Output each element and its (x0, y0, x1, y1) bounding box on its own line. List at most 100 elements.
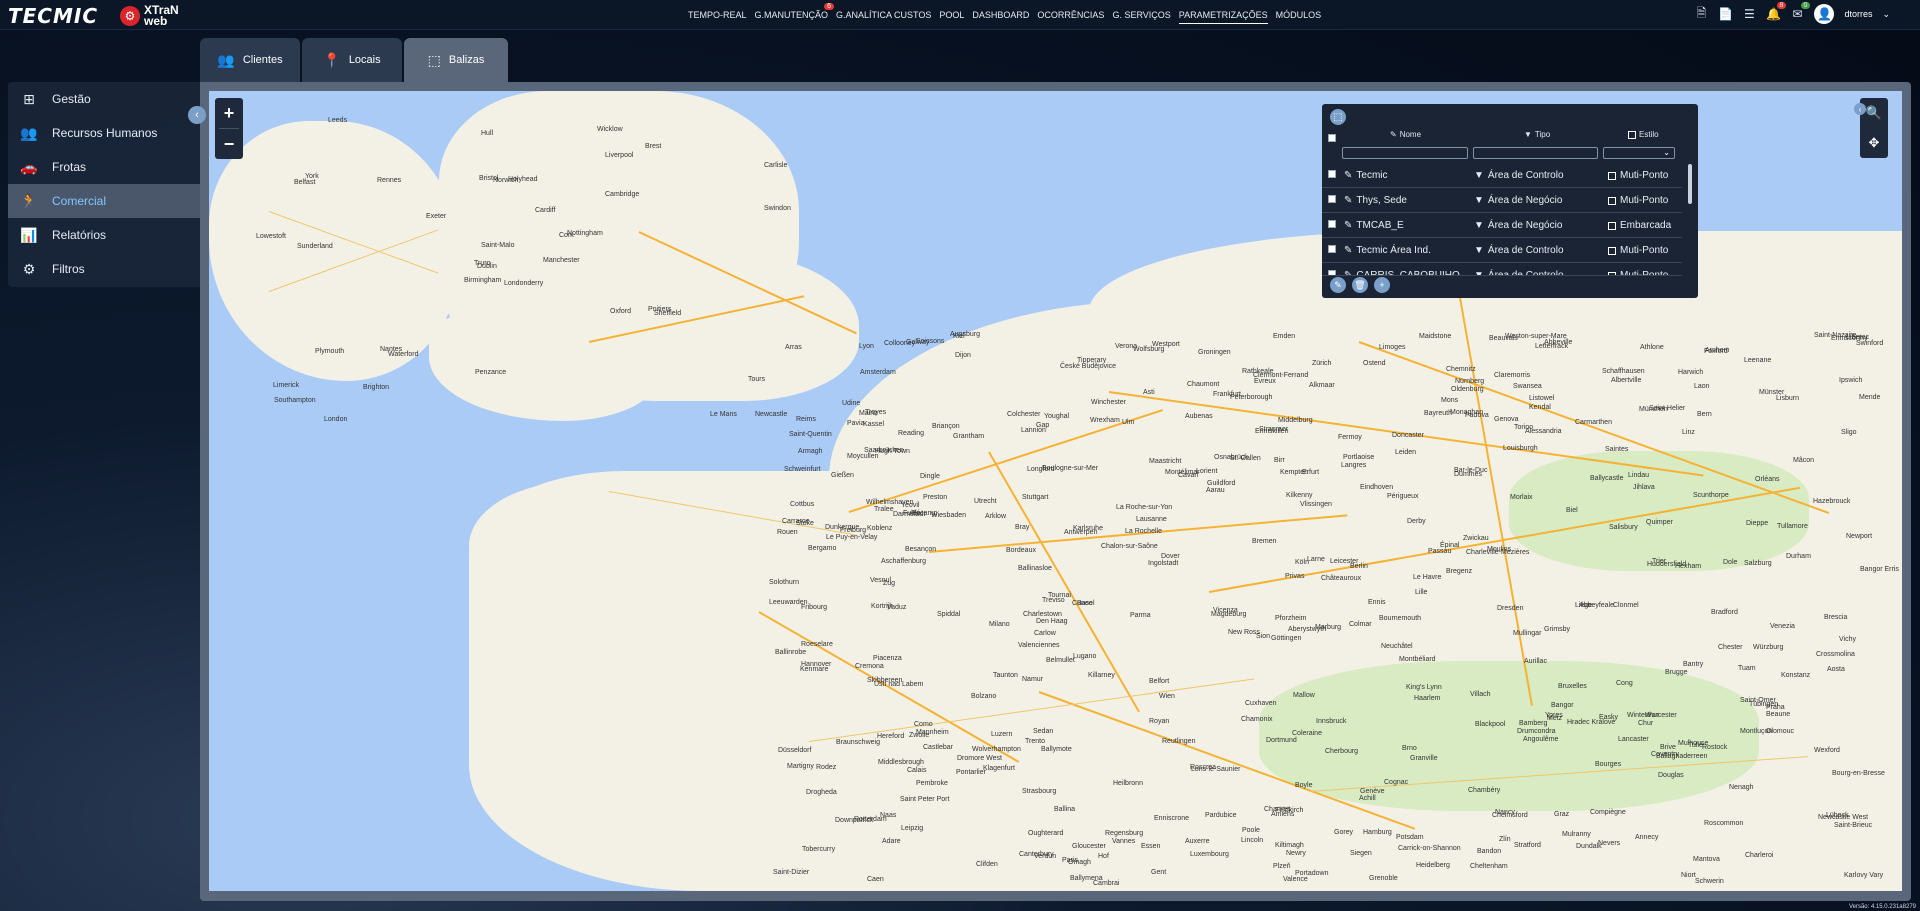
header-nome[interactable]: ✎ Nome (1390, 130, 1421, 139)
tab-locais[interactable]: 📍 Locais (302, 38, 402, 82)
zoom-out-button[interactable]: − (215, 129, 243, 159)
sliders-icon[interactable]: ☰ (1742, 7, 1756, 21)
map-city-label: Exeter (426, 213, 447, 220)
sidebar-item-gestao[interactable]: ⊞ Gestão (8, 82, 200, 116)
map-city-label: Drumcondra (1517, 728, 1556, 735)
select-all-checkbox[interactable] (1328, 134, 1336, 142)
map-city-label: Pavia (847, 420, 865, 427)
row-checkbox[interactable] (1328, 220, 1336, 228)
map-city-label: Compiègne (1590, 809, 1626, 816)
tecmic-logo[interactable]: TECMIC (8, 4, 98, 28)
move-icon[interactable]: ✥ (1860, 128, 1888, 158)
sidebar-item-frotas[interactable]: 🚗 Frotas (8, 150, 200, 184)
user-name[interactable]: dtorres (1844, 9, 1872, 19)
map-city-label: Letterfrack (1535, 343, 1569, 350)
map-city-label: Genève (1360, 788, 1385, 795)
map-city-label: Aarau (1206, 487, 1225, 494)
map-city-label: Armagh (798, 448, 823, 455)
style-square-icon (1608, 171, 1616, 180)
row-checkbox[interactable] (1328, 245, 1336, 253)
nav-item[interactable]: G. SERVIÇOS (1112, 7, 1170, 23)
map-city-label: Épinal (1440, 542, 1460, 549)
row-checkbox[interactable] (1328, 170, 1336, 178)
xtran-logo[interactable]: ⚙ XTraN web (120, 4, 179, 27)
table-row[interactable]: ✎ TMCAB_E ▼ Área de Negócio Embarcada (1322, 214, 1682, 238)
map-city-label: Poole (1242, 827, 1260, 834)
users-icon: 👥 (217, 51, 235, 68)
row-checkbox[interactable] (1328, 195, 1336, 203)
delete-button[interactable]: 🗑 (1352, 277, 1368, 293)
user-avatar-icon[interactable]: 👤 (1814, 4, 1835, 24)
map-city-label: Göttingen (1271, 635, 1302, 642)
row-tipo: Área de Negócio (1487, 195, 1563, 206)
tab-clientes[interactable]: 👥 Clientes (200, 38, 300, 82)
map-city-label: Ulm (1122, 419, 1135, 426)
map-city-label: Truro (474, 260, 491, 267)
nav-item[interactable]: POOL (939, 7, 964, 23)
nav-item[interactable]: TEMPO-REAL (688, 7, 747, 23)
zoom-in-button[interactable]: + (215, 98, 243, 128)
table-row[interactable]: ✎ Tecmic ▼ Área de Controlo Muti-Ponto (1322, 164, 1682, 188)
map-city-label: Achill (1359, 795, 1376, 802)
map-city-label: Ballina (1054, 806, 1076, 813)
filter-row: ⌄ (1322, 147, 1698, 161)
row-checkbox[interactable] (1328, 270, 1336, 275)
sidebar-item-relatorios[interactable]: 📊 Relatórios (8, 218, 200, 252)
map-city-label: Kiltimagh (1275, 842, 1304, 849)
map-city-label: Charlestown (1023, 611, 1062, 618)
map-city-label: Birr (1274, 457, 1285, 464)
map-city-label: Leeds (328, 117, 348, 124)
chevron-down-icon[interactable]: ⌄ (1882, 9, 1890, 20)
map-city-label: Ingolstadt (1148, 560, 1179, 567)
filter-estilo-select[interactable]: ⌄ (1603, 147, 1675, 159)
map-city-label: Fécamp (912, 510, 938, 517)
nav-item[interactable]: PARAMETRIZAÇÕES (1178, 7, 1268, 24)
table-row[interactable]: ✎ Tecmic Área Ind. ▼ Área de Controlo Muti-P… (1322, 239, 1682, 263)
collapse-panel-icon[interactable]: ‹ (1854, 103, 1866, 115)
nav-item[interactable]: MÓDULOS (1276, 7, 1322, 23)
brand: TECMIC ⚙ XTraN web (8, 4, 179, 28)
map-city-label: Longford (1027, 466, 1055, 473)
mail-icon[interactable]: ✉ 0 (1790, 2, 1811, 21)
bell-icon[interactable]: 🔔 8 (1766, 2, 1787, 21)
map-city-label: Aosta (1827, 666, 1845, 673)
map[interactable]: Londonderry Belfast Dublin Limerick Cork Wate… (209, 91, 1902, 891)
nav-item[interactable]: G.ANALÍTICA CUSTOS (836, 7, 931, 23)
map-city-label: Chambéry (1468, 787, 1501, 794)
header-estilo[interactable]: Estilo (1628, 130, 1659, 139)
map-city-label: Venezia (1770, 623, 1795, 630)
list-scrollbar[interactable] (1688, 164, 1692, 204)
map-city-label: Nenagh (1729, 784, 1754, 791)
nav-item[interactable]: OCORRÊNCIAS (1037, 7, 1104, 23)
map-city-label: Kendal (1529, 404, 1551, 411)
map-city-label: Piacenza (873, 655, 902, 662)
tab-balizas[interactable]: ⬚ Balizas (404, 38, 508, 82)
filter-icon: ▼ (1474, 220, 1484, 231)
top-bar: TECMIC ⚙ XTraN web TEMPO-REAL G.MANUTENÇÃO… (0, 0, 1920, 30)
map-city-label: Chur (1638, 720, 1654, 727)
map-city-label: Athlone (1640, 344, 1664, 351)
map-city-label: Bamberg (1519, 720, 1548, 727)
row-nome: TMCAB_E (1356, 220, 1404, 231)
header-tipo[interactable]: ▼ Tipo (1524, 130, 1550, 139)
geofence-icon[interactable]: ⬚ (1330, 109, 1346, 125)
nav-item[interactable]: G.MANUTENÇÃO 6 (755, 3, 835, 23)
table-row[interactable]: ✎ CARRIS_CABOBUIHO ▼ Área de Controlo Muti-P… (1322, 264, 1682, 276)
tab-label: Clientes (242, 54, 283, 66)
sidebar-item-recursos-humanos[interactable]: 👥 Recursos Humanos (8, 116, 200, 150)
sidebar-item-comercial[interactable]: 🏃 Comercial (8, 184, 200, 218)
filter-nome-input[interactable] (1342, 147, 1468, 159)
table-row[interactable]: ✎ Thys, Sede ▼ Área de Negócio Muti-Ponto (1322, 189, 1682, 213)
add-button[interactable]: + (1374, 277, 1390, 293)
map-city-label: Gap (1036, 422, 1050, 429)
document-icon[interactable]: 📄 (1718, 7, 1733, 21)
map-city-label: London (324, 416, 348, 423)
sidebar-collapse-button[interactable]: ‹ (188, 106, 206, 124)
map-city-label: Tuam (1738, 665, 1756, 672)
filter-tipo-input[interactable] (1473, 147, 1598, 159)
nav-item[interactable]: DASHBOARD (972, 7, 1029, 23)
edit-button[interactable]: ✎ (1330, 277, 1346, 293)
map-city-label: Zürich (1312, 360, 1332, 367)
document-lock-icon[interactable]: 🗎 (1694, 6, 1708, 21)
sidebar-item-filtros[interactable]: ⚙ Filtros (8, 252, 200, 286)
